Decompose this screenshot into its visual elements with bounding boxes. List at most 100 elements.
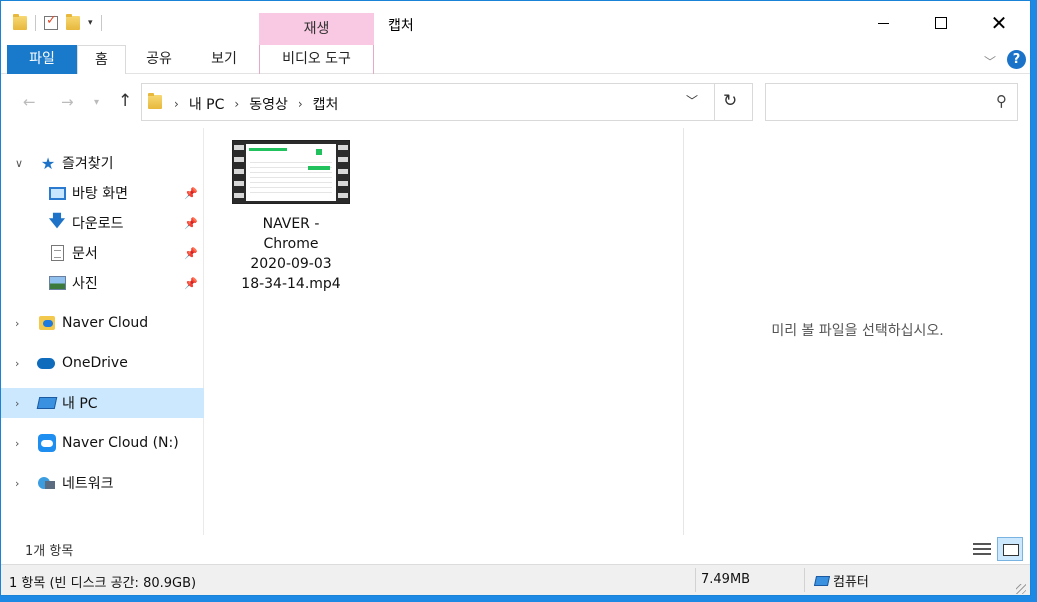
tree-item-downloads[interactable]: 🡇 다운로드 📌 <box>1 208 204 238</box>
chevron-down-icon[interactable]: ∨ <box>15 157 23 170</box>
close-button[interactable]: ✕ <box>970 1 1028 45</box>
tree-item-quick-access[interactable]: ∨ ★ 즐겨찾기 <box>1 148 204 178</box>
chevron-right-icon[interactable]: › <box>15 317 19 330</box>
tab-home[interactable]: 홈 <box>77 45 126 74</box>
tree-item-label: 문서 <box>72 246 98 262</box>
quick-access-toolbar: ▾ <box>13 13 102 31</box>
tree-item-label: Naver Cloud <box>62 315 149 331</box>
tab-view[interactable]: 보기 <box>191 45 257 74</box>
folder-icon <box>13 14 27 30</box>
tree-item-naver-cloud-drive[interactable]: › Naver Cloud (N:) <box>1 428 204 458</box>
preview-pane: 미리 볼 파일을 선택하십시오. <box>683 128 1030 535</box>
status-bar: 1 항목 (빈 디스크 공간: 80.9GB) 7.49MB 컴퓨터 <box>1 564 1030 595</box>
pin-icon[interactable]: 📌 <box>184 187 198 200</box>
tree-item-documents[interactable]: 문서 📌 <box>1 238 204 268</box>
this-pc-icon <box>36 395 58 411</box>
chevron-right-icon[interactable]: › <box>174 97 179 111</box>
up-arrow-icon[interactable]: ↑ <box>118 91 132 111</box>
folder-icon <box>148 93 162 109</box>
close-icon: ✕ <box>990 11 1008 35</box>
thumbnail-search-button <box>316 149 322 155</box>
tab-video-tools[interactable]: 비디오 도구 <box>259 45 374 74</box>
tree-item-this-pc[interactable]: › 내 PC <box>1 388 204 418</box>
chevron-right-icon[interactable]: › <box>15 357 19 370</box>
tree-item-desktop[interactable]: 바탕 화면 📌 <box>1 178 204 208</box>
pin-icon[interactable]: 📌 <box>184 247 198 260</box>
breadcrumb-item[interactable]: 캡처 <box>313 94 339 114</box>
thumbnail-logo <box>249 148 287 151</box>
file-name: NAVER - Chrome 2020-09-03 18-34-14.mp4 <box>241 216 341 292</box>
computer-icon <box>813 575 831 586</box>
tree-item-pictures[interactable]: 사진 📌 <box>1 268 204 298</box>
tab-file[interactable]: 파일 <box>7 45 77 74</box>
properties-icon[interactable] <box>44 13 58 30</box>
file-list[interactable]: NAVER - Chrome 2020-09-03 18-34-14.mp4 <box>205 128 682 535</box>
chevron-right-icon[interactable]: › <box>15 477 19 490</box>
chevron-right-icon[interactable]: › <box>234 97 239 111</box>
tree-item-label: 사진 <box>72 276 98 292</box>
title-bar: ▾ 재생 캡처 ✕ <box>1 1 1030 45</box>
navigation-tree: ∨ ★ 즐겨찾기 바탕 화면 📌 🡇 다운로드 📌 문서 📌 사진 📌 › Na… <box>1 148 204 498</box>
star-icon: ★ <box>40 153 56 173</box>
explorer-window: ▾ 재생 캡처 ✕ 파일 홈 공유 보기 비디오 도구 ﹀ ? ← → ▾ ↑ … <box>0 0 1031 596</box>
recent-locations-icon[interactable]: ▾ <box>94 97 99 108</box>
window-title: 캡처 <box>388 18 414 34</box>
status-summary: 1 항목 (빈 디스크 공간: 80.9GB) <box>9 576 197 591</box>
pin-icon[interactable]: 📌 <box>184 217 198 230</box>
breadcrumb-item[interactable]: 동영상 <box>249 94 288 114</box>
search-icon: ⚲ <box>996 92 1007 110</box>
tab-share[interactable]: 공유 <box>131 45 187 74</box>
toolbar-separator <box>100 15 102 31</box>
tree-item-onedrive[interactable]: › OneDrive <box>1 348 204 378</box>
chevron-right-icon[interactable]: › <box>298 97 303 111</box>
desktop-icon <box>48 185 66 201</box>
tree-item-label: 내 PC <box>62 396 98 412</box>
ribbon-tabs: 파일 홈 공유 보기 비디오 도구 ﹀ ? <box>1 45 1030 74</box>
resize-grip[interactable] <box>1016 584 1026 594</box>
status-divider <box>804 568 805 592</box>
tree-item-label: OneDrive <box>62 355 128 371</box>
maximize-icon <box>935 17 947 29</box>
tree-item-label: 바탕 화면 <box>72 186 128 202</box>
maximize-button[interactable] <box>912 1 970 45</box>
search-input[interactable]: ⚲ <box>765 83 1018 121</box>
tree-item-naver-cloud[interactable]: › Naver Cloud <box>1 308 204 338</box>
details-view-line <box>973 548 991 550</box>
onedrive-icon <box>37 355 55 371</box>
large-icons-view-button[interactable] <box>997 537 1023 561</box>
details-view-line <box>973 553 991 555</box>
breadcrumb-item[interactable]: 내 PC <box>189 94 225 114</box>
tree-item-label: 네트워크 <box>62 476 114 492</box>
status-location: 컴퓨터 <box>813 571 869 590</box>
chevron-right-icon[interactable]: › <box>15 397 19 410</box>
forward-arrow-icon[interactable]: → <box>61 93 74 111</box>
minimize-button[interactable] <box>854 1 912 45</box>
film-strip <box>234 141 244 203</box>
new-folder-icon[interactable] <box>66 14 80 30</box>
picture-icon <box>48 275 66 291</box>
thumbnail-login-button <box>308 166 330 170</box>
address-bar[interactable]: › 내 PC › 동영상 › 캡처 ﹀ ↻ <box>141 83 753 121</box>
tree-item-label: Naver Cloud (N:) <box>62 435 179 451</box>
item-count-row: 1개 항목 <box>1 535 1030 563</box>
details-view-button[interactable] <box>972 540 992 558</box>
document-icon <box>48 245 66 261</box>
thumbnail-content <box>250 158 332 196</box>
tree-item-network[interactable]: › 네트워크 <box>1 468 204 498</box>
context-tab-header: 재생 <box>259 13 374 45</box>
help-icon[interactable]: ? <box>1007 50 1026 69</box>
chevron-down-icon[interactable]: ﹀ <box>686 92 698 109</box>
thumbnail-screen <box>246 144 336 201</box>
refresh-icon[interactable]: ↻ <box>723 91 737 111</box>
customize-toolbar-icon[interactable]: ▾ <box>88 18 93 28</box>
file-item[interactable]: NAVER - Chrome 2020-09-03 18-34-14.mp4 <box>229 140 353 294</box>
chevron-right-icon[interactable]: › <box>15 437 19 450</box>
expand-ribbon-icon[interactable]: ﹀ <box>984 53 996 70</box>
pin-icon[interactable]: 📌 <box>184 277 198 290</box>
back-arrow-icon[interactable]: ← <box>23 93 36 111</box>
status-location-label: 컴퓨터 <box>833 575 869 590</box>
